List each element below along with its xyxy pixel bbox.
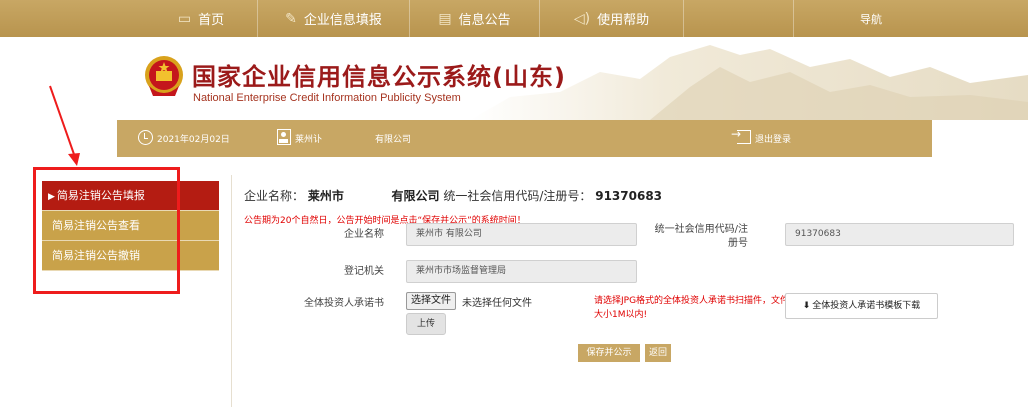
document-icon: ▤ — [438, 10, 452, 27]
template-download-label: 全体投资人承诺书模板下载 — [812, 301, 921, 311]
company-summary: 企业名称： 莱州市 有限公司 统一社会信用代码/注册号： 91370683 — [244, 187, 662, 204]
annotation-arrow — [49, 85, 80, 166]
current-date: 2021年02月02日 — [157, 135, 230, 145]
page: ▭ 首页 ✎ 企业信息填报 ▤ 信息公告 ◁) 使用帮助 导航 国家企业信用信息… — [0, 0, 1028, 407]
upload-button[interactable]: 上传 — [406, 313, 446, 335]
nav-help-label: 使用帮助 — [597, 13, 650, 28]
credit-code-value: 91370683 — [595, 189, 663, 203]
company-name-label: 企业名称： — [244, 189, 305, 203]
credit-code-label: 统一社会信用代码/注册号： — [443, 189, 592, 203]
national-emblem-icon — [145, 56, 183, 96]
template-download-button[interactable]: ⬇ 全体投资人承诺书模板下载 — [785, 293, 938, 319]
clock-icon — [138, 130, 153, 145]
user-city: 莱州讣 — [295, 135, 323, 145]
user-company: 有限公司 — [375, 135, 412, 145]
nav-guide-label: 导航 — [860, 12, 882, 26]
speaker-icon: ◁) — [573, 10, 591, 27]
save-publish-button[interactable]: 保存并公示 — [578, 344, 640, 362]
nav-info-fill-label: 企业信息填报 — [303, 13, 382, 28]
info-bar: 2021年02月02日 莱州讣 有限公司 退出登录 — [117, 120, 932, 157]
edit-icon: ✎ — [285, 10, 297, 27]
enterprise-name-field: 莱州市 有限公司 — [406, 223, 637, 246]
company-suffix: 有限公司 — [391, 189, 440, 203]
main-panel: 企业名称： 莱州市 有限公司 统一社会信用代码/注册号： 91370683 公告… — [231, 175, 1028, 407]
nav-info-fill[interactable]: ✎ 企业信息填报 — [258, 0, 410, 37]
system-title: 国家企业信用信息公示系统(山东) — [192, 63, 566, 91]
annotation-box — [33, 167, 180, 294]
enterprise-name-label: 企业名称 — [344, 229, 384, 240]
logout-link[interactable]: 退出登录 — [755, 132, 791, 145]
authority-field: 莱州市市场监督管理局 — [406, 260, 637, 283]
user-card-icon — [277, 129, 291, 145]
download-icon: ⬇ — [802, 301, 811, 311]
nav-notice-label: 信息公告 — [458, 13, 511, 28]
monitor-icon: ▭ — [177, 10, 192, 27]
credit-code-field: 91370683 — [785, 223, 1014, 246]
nav-home[interactable]: ▭ 首页 — [145, 0, 258, 37]
nav-home-label: 首页 — [198, 13, 225, 28]
banner: 国家企业信用信息公示系统(山东) National Enterprise Cre… — [0, 37, 1028, 120]
logout-icon[interactable] — [731, 127, 751, 144]
top-nav-items: ▭ 首页 ✎ 企业信息填报 ▤ 信息公告 ◁) 使用帮助 导航 — [145, 0, 948, 37]
commitment-label: 全体投资人承诺书 — [304, 298, 384, 309]
company-city: 莱州市 — [307, 189, 344, 203]
nav-spacer — [684, 0, 794, 37]
top-nav: ▭ 首页 ✎ 企业信息填报 ▤ 信息公告 ◁) 使用帮助 导航 — [0, 0, 1028, 37]
no-file-text: 未选择任何文件 — [462, 298, 532, 309]
nav-help[interactable]: ◁) 使用帮助 — [540, 0, 684, 37]
system-title-en: National Enterprise Credit Information P… — [193, 92, 461, 104]
choose-file-button[interactable]: 选择文件 — [406, 292, 456, 310]
nav-guide[interactable]: 导航 — [794, 0, 948, 37]
upload-hint: 请选择JPG格式的全体投资人承诺书扫描件，文件大小1M以内! — [594, 296, 790, 320]
nav-notice[interactable]: ▤ 信息公告 — [410, 0, 540, 37]
back-button[interactable]: 返回 — [645, 344, 671, 362]
credit-code-field-label: 统一社会信用代码/注 册号 — [654, 224, 748, 249]
authority-label: 登记机关 — [344, 266, 384, 277]
